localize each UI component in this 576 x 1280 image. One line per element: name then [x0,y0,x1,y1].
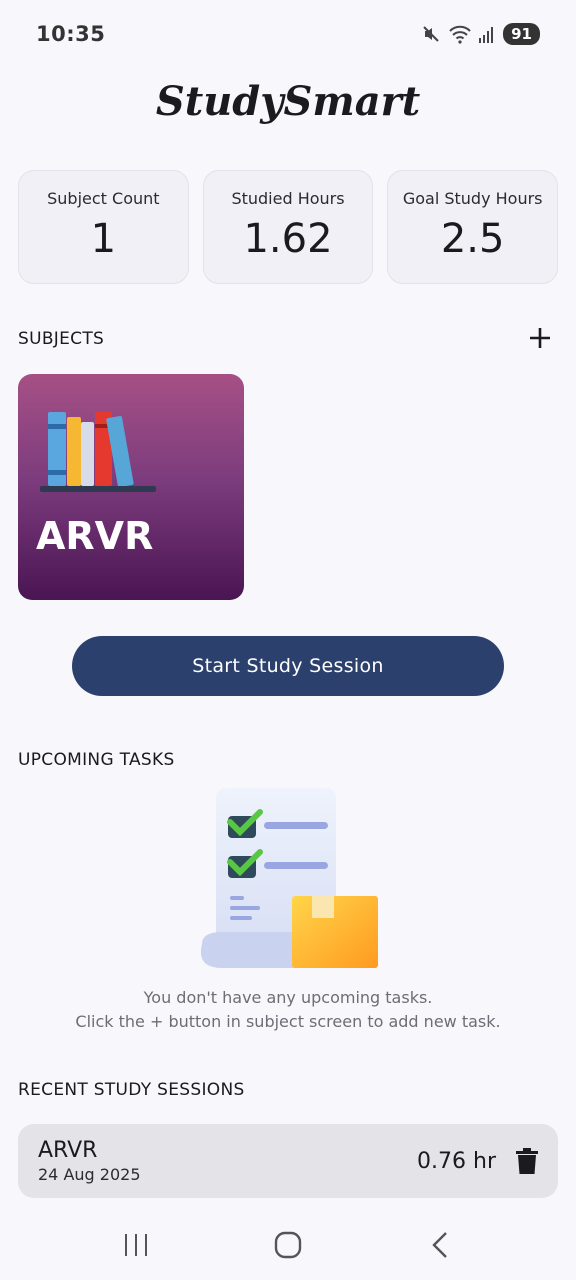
add-subject-button[interactable] [524,324,556,356]
stat-value: 1 [90,216,117,262]
subject-card[interactable]: ARVR [18,374,244,600]
status-icons: 91 [421,23,540,45]
back-icon[interactable] [410,1220,470,1270]
checklist-icon [194,786,384,976]
plus-icon [528,326,552,354]
session-duration: 0.76 hr [417,1148,496,1174]
books-icon [40,410,156,498]
navigation-bar [0,1210,576,1280]
subject-name: ARVR [36,514,154,558]
app-title: StudySmart [155,78,421,125]
session-info: ARVR 24 Aug 2025 [38,1138,141,1184]
sessions-section-title: RECENT STUDY SESSIONS [18,1080,245,1100]
stat-value: 2.5 [440,216,505,262]
recents-icon[interactable] [106,1220,166,1270]
tasks-section-title: UPCOMING TASKS [18,750,175,770]
stat-label: Goal Study Hours [402,189,543,208]
stat-label: Subject Count [47,189,160,208]
stat-card-subject-count: Subject Count 1 [18,170,189,284]
session-subject: ARVR [38,1138,98,1163]
status-time: 10:35 [36,22,106,46]
stat-card-goal-hours: Goal Study Hours 2.5 [387,170,559,284]
session-date: 24 Aug 2025 [38,1165,141,1184]
signal-icon [479,25,495,43]
trash-icon[interactable] [516,1148,538,1174]
mute-icon [421,24,441,44]
home-icon[interactable] [258,1220,318,1270]
session-row[interactable]: ARVR 24 Aug 2025 0.76 hr [18,1124,558,1198]
subjects-section-title: SUBJECTS [18,329,105,349]
stat-label: Studied Hours [231,189,345,208]
session-actions: 0.76 hr [417,1148,538,1174]
wifi-icon [449,24,471,44]
empty-tasks-line2: Click the + button in subject screen to … [75,1012,501,1031]
status-bar: 10:35 91 [0,0,576,68]
empty-tasks-line1: You don't have any upcoming tasks. [143,988,433,1007]
stat-card-studied-hours: Studied Hours 1.62 [202,170,374,284]
battery-indicator: 91 [503,23,540,45]
stat-value: 1.62 [243,216,333,262]
stats-row: Subject Count 1 Studied Hours 1.62 Goal … [18,170,559,284]
start-study-session-button[interactable]: Start Study Session [72,636,504,696]
